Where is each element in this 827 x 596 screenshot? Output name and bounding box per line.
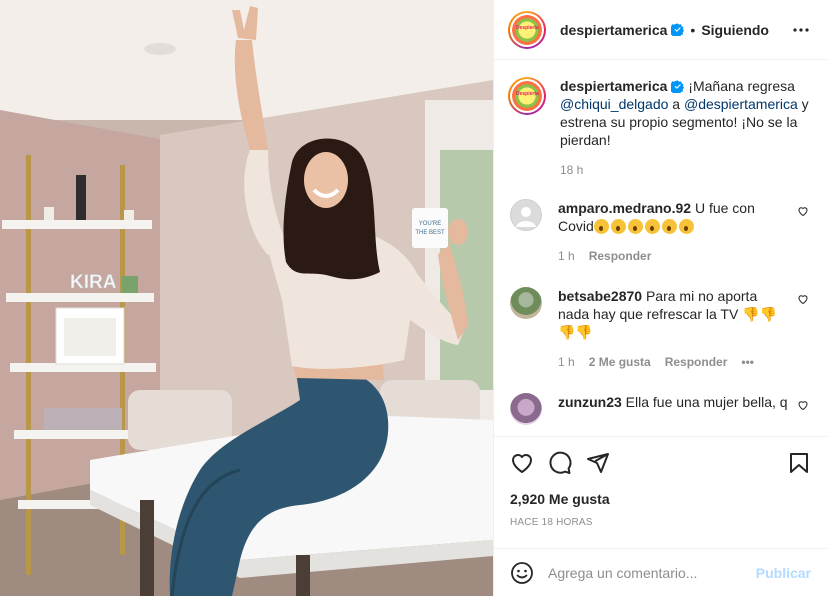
publish-button[interactable]: Publicar xyxy=(756,565,811,581)
following-button[interactable]: Siguiendo xyxy=(701,22,769,38)
mug xyxy=(412,208,448,248)
like-heart-icon[interactable] xyxy=(510,451,534,475)
post-caption: Despierta despiertamerica ¡Mañana regres… xyxy=(508,77,811,149)
thumbs-down-emoji: 👎👎 xyxy=(558,324,593,340)
caption-text: despiertamerica ¡Mañana regresa @chiqui_… xyxy=(560,78,809,148)
verified-badge-icon xyxy=(671,80,685,93)
post-side-panel: Despierta despiertamerica • Siguiendo De… xyxy=(493,0,827,596)
ceiling-light xyxy=(144,43,176,55)
caption-avatar[interactable]: Despierta xyxy=(508,77,546,115)
post-actions: 2,920 Me gusta HACE 18 HORAS xyxy=(494,436,827,528)
post-header: Despierta despiertamerica • Siguiendo xyxy=(494,0,827,60)
reply-button[interactable]: Responder xyxy=(665,353,728,371)
comment-time[interactable]: 1 h xyxy=(558,353,575,371)
comments-list[interactable]: Despierta despiertamerica ¡Mañana regres… xyxy=(494,61,827,436)
shelf xyxy=(2,220,152,229)
mug-text: THE BEST xyxy=(415,230,445,236)
thumbs-down-emoji: 👎👎 xyxy=(742,306,778,322)
commenter-avatar[interactable] xyxy=(510,199,542,231)
like-comment-heart-icon[interactable] xyxy=(797,293,809,305)
face xyxy=(304,152,348,208)
commenter-avatar[interactable] xyxy=(510,287,542,319)
commenter-avatar[interactable] xyxy=(510,393,542,425)
table-leg xyxy=(296,555,310,596)
account-username[interactable]: despiertamerica xyxy=(560,22,667,38)
more-options-icon[interactable] xyxy=(791,20,811,40)
comment-more-icon[interactable]: ••• xyxy=(741,353,754,371)
add-comment-bar: Publicar xyxy=(494,548,827,596)
commenter-username[interactable]: amparo.medrano.92 xyxy=(558,200,691,216)
separator-dot: • xyxy=(690,21,696,38)
reply-button[interactable]: Responder xyxy=(589,247,652,265)
mention-link[interactable]: @chiqui_delgado xyxy=(560,96,668,112)
verified-badge-icon xyxy=(671,23,685,36)
account-avatar[interactable]: Despierta xyxy=(508,10,546,49)
table-leg xyxy=(140,500,154,596)
emoji-icon[interactable] xyxy=(510,561,534,585)
post-timestamp[interactable]: HACE 18 HORAS xyxy=(510,517,811,528)
comment-icon[interactable] xyxy=(548,451,572,475)
likes-count[interactable]: 2,920 Me gusta xyxy=(510,491,811,507)
account-logo: Despierta xyxy=(512,14,542,45)
shelf xyxy=(6,293,154,302)
post-photo[interactable]: KIRA YOU'RE THE BEST xyxy=(0,0,493,596)
mention-link[interactable]: @despiertamerica xyxy=(684,96,798,112)
instagram-post: KIRA YOU'RE THE BEST Despierta despierta… xyxy=(0,0,827,596)
comment-time[interactable]: 1 h xyxy=(558,247,575,265)
like-comment-heart-icon[interactable] xyxy=(797,205,809,217)
caption-username[interactable]: despiertamerica xyxy=(560,78,667,94)
kira-sign: KIRA xyxy=(70,272,117,293)
comment-item: amparo.medrano.92 U fue con Covid 1 h Re… xyxy=(508,199,811,265)
commenter-username[interactable]: zunzun23 xyxy=(558,394,622,410)
photo-illustration: KIRA YOU'RE THE BEST xyxy=(0,0,493,596)
comment-item: zunzun23 Ella fue una mujer bella, q xyxy=(508,393,811,425)
comment-item: betsabe2870 Para mi no aporta nada hay q… xyxy=(508,287,811,371)
mug-text: YOU'RE xyxy=(419,221,441,227)
share-icon[interactable] xyxy=(586,451,610,475)
like-comment-heart-icon[interactable] xyxy=(797,399,809,411)
caption-time[interactable]: 18 h xyxy=(560,163,811,177)
comment-text: Ella fue una mujer bella, q xyxy=(625,394,788,410)
save-bookmark-icon[interactable] xyxy=(787,451,811,475)
comment-likes[interactable]: 2 Me gusta xyxy=(589,353,651,371)
comment-input[interactable] xyxy=(548,564,756,581)
shocked-emoji-icons xyxy=(593,218,696,234)
commenter-username[interactable]: betsabe2870 xyxy=(558,288,642,304)
microphone xyxy=(76,175,86,220)
